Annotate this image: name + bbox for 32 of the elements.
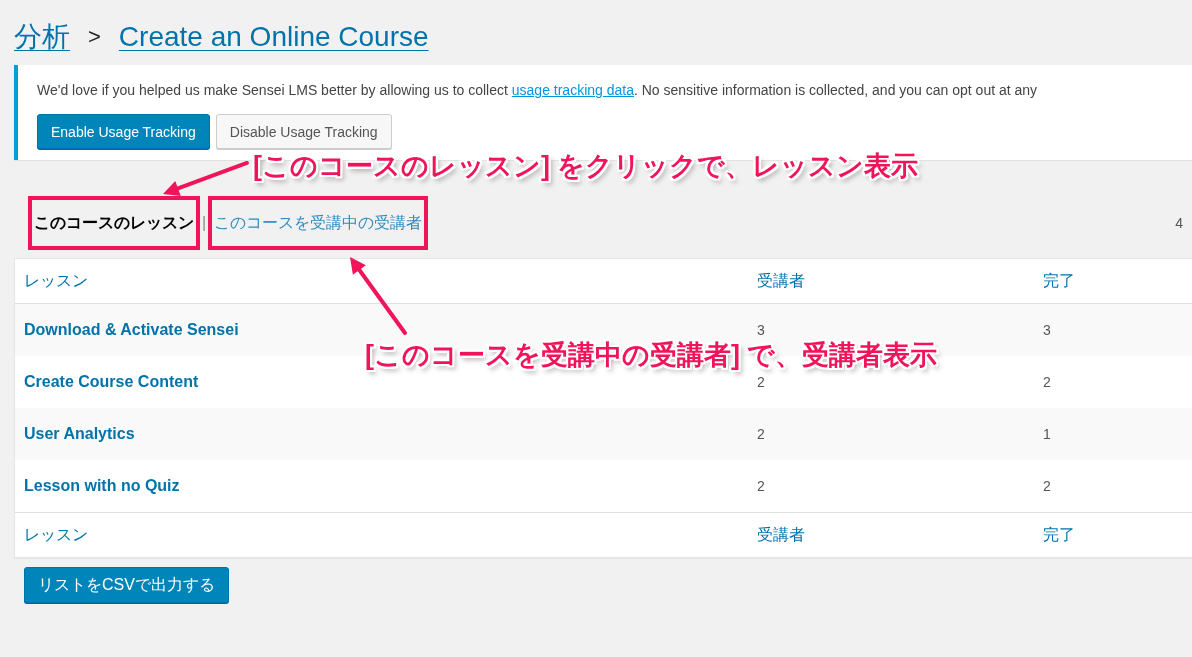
column-header[interactable]: 受講者 xyxy=(748,270,805,292)
lesson-link[interactable]: Download & Activate Sensei xyxy=(15,321,239,339)
notice-text: We'd love if you helped us make Sensei LMS better by allowing us to collect usage tracking data. No sensitive information is collected, and you can opt out at any xyxy=(37,81,1039,100)
lesson-link[interactable]: User Analytics xyxy=(15,425,135,443)
export-csv-button[interactable]: リストをCSVで出力する xyxy=(24,567,229,603)
table-cell-text: 2 xyxy=(1042,478,1051,494)
column-header[interactable]: 完了 xyxy=(1034,270,1075,292)
lesson-link[interactable]: Create Course Content xyxy=(15,373,199,391)
breadcrumb-link[interactable]: 分析 xyxy=(14,19,70,55)
annotation-text: [このコースのレッスン] をクリックで、レッスン表示 xyxy=(253,151,919,181)
view-tab[interactable]: このコースのレッスン xyxy=(34,212,194,234)
table-cell-text: 2 xyxy=(1042,374,1051,390)
disable-tracking-button[interactable]: Disable Usage Tracking xyxy=(215,114,392,149)
column-header[interactable]: レッスン xyxy=(15,270,88,292)
column-footer[interactable]: 受講者 xyxy=(748,524,805,546)
tracking-link[interactable]: usage tracking data xyxy=(511,82,634,98)
table-cell-text: 1 xyxy=(1042,426,1051,442)
column-footer[interactable]: 完了 xyxy=(1034,524,1075,546)
item-count: 4 xyxy=(1175,215,1183,231)
table-cell-text: 2 xyxy=(756,374,765,390)
tab-separator: | xyxy=(202,214,207,232)
table-cell-text: 3 xyxy=(756,322,765,338)
column-footer[interactable]: レッスン xyxy=(15,524,88,546)
breadcrumb-link[interactable]: Create an Online Course xyxy=(118,19,429,55)
view-tab[interactable]: このコースを受講中の受講者 xyxy=(214,212,423,234)
lesson-link[interactable]: Lesson with no Quiz xyxy=(15,477,180,495)
annotation-text: [このコースを受講中の受講者] で、受講者表示 xyxy=(365,340,938,370)
enable-tracking-button[interactable]: Enable Usage Tracking xyxy=(37,114,210,149)
table-cell-text: 3 xyxy=(1042,322,1051,338)
table-cell-text: 2 xyxy=(756,426,765,442)
breadcrumb-separator: > xyxy=(88,23,101,51)
table-cell-text: 2 xyxy=(756,478,765,494)
